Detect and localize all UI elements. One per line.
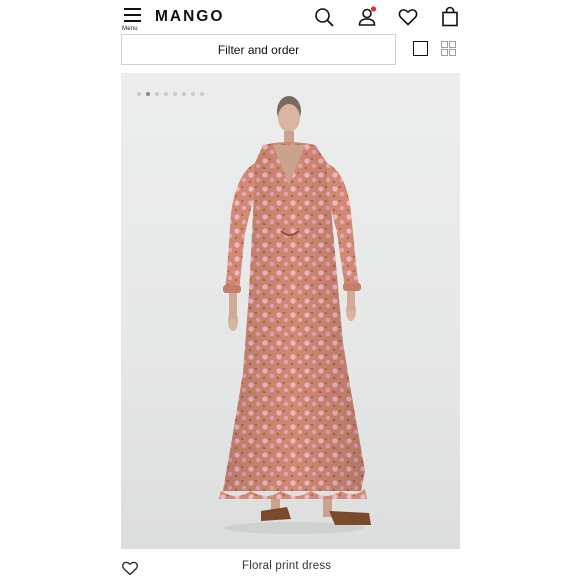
pagination-dot[interactable] xyxy=(164,92,168,96)
grid-cell xyxy=(441,49,448,56)
wishlist-heart-icon[interactable] xyxy=(121,560,139,576)
menu-icon-line xyxy=(124,8,141,10)
menu-icon-line xyxy=(124,20,141,22)
shopping-bag-icon[interactable] xyxy=(439,6,461,28)
notification-dot xyxy=(370,6,377,12)
top-bar: Menu MANGO xyxy=(110,0,470,37)
pagination-dot[interactable] xyxy=(191,92,195,96)
pagination-dot[interactable] xyxy=(155,92,159,96)
pagination-dot[interactable] xyxy=(182,92,186,96)
product-image[interactable] xyxy=(121,73,460,549)
grid-cell xyxy=(449,49,456,56)
filter-and-order-button[interactable]: Filter and order xyxy=(121,34,396,65)
pagination-dot[interactable] xyxy=(200,92,204,96)
product-name[interactable]: Floral print dress xyxy=(242,560,331,572)
pagination-dot[interactable] xyxy=(173,92,177,96)
menu-icon-line xyxy=(124,14,141,16)
search-icon[interactable] xyxy=(313,6,335,28)
image-pagination-dots xyxy=(137,92,204,96)
app-frame: Menu MANGO Filter and order Floral print… xyxy=(110,0,470,580)
mango-logo[interactable]: MANGO xyxy=(155,8,224,26)
user-icon[interactable] xyxy=(356,6,378,28)
grid-cell xyxy=(441,41,448,48)
heart-icon[interactable] xyxy=(397,6,419,28)
pagination-dot-active[interactable] xyxy=(146,92,150,96)
product-card[interactable] xyxy=(121,73,460,549)
grid-view-icon[interactable] xyxy=(441,41,457,57)
filter-label: Filter and order xyxy=(217,42,300,57)
menu-label: Menu xyxy=(122,26,138,32)
pagination-dot[interactable] xyxy=(137,92,141,96)
single-view-icon[interactable] xyxy=(413,41,428,56)
grid-cell xyxy=(449,41,456,48)
menu-button[interactable]: Menu xyxy=(122,6,144,34)
